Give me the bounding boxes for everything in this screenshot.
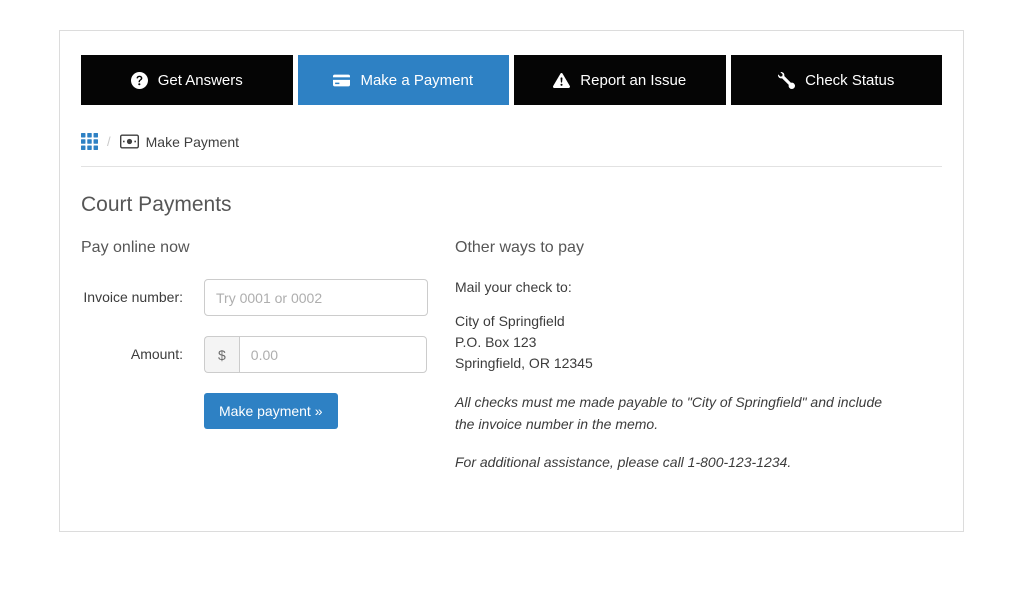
grid-home-icon[interactable] xyxy=(81,133,98,150)
address-line: City of Springfield xyxy=(455,313,565,329)
mail-intro: Mail your check to: xyxy=(455,279,572,295)
other-ways-heading: Other ways to pay xyxy=(455,239,584,256)
invoice-row: Invoice number: xyxy=(81,279,455,316)
tab-get-answers[interactable]: Get Answers xyxy=(81,55,293,105)
top-nav-tabs: Get Answers Make a Payment Report an Iss… xyxy=(81,55,942,105)
amount-input[interactable] xyxy=(238,336,427,373)
invoice-number-input[interactable] xyxy=(204,279,428,316)
amount-label: Amount: xyxy=(130,346,183,362)
tab-label: Get Answers xyxy=(157,71,243,89)
address-line: P.O. Box 123 xyxy=(455,334,537,350)
tab-make-a-payment[interactable]: Make a Payment xyxy=(297,55,509,105)
checks-note: All checks must me made payable to "City… xyxy=(455,394,883,432)
tab-label: Report an Issue xyxy=(580,71,687,89)
amount-row: Amount: $ xyxy=(81,336,455,373)
content-columns: Pay online now Invoice number: Amount: $… xyxy=(81,239,942,491)
breadcrumb-current: Make Payment xyxy=(119,133,239,150)
invoice-label: Invoice number: xyxy=(83,289,183,305)
warning-triangle-icon xyxy=(553,72,571,89)
breadcrumb-separator: / xyxy=(107,134,111,149)
credit-card-icon xyxy=(333,72,351,89)
wrench-icon xyxy=(778,71,796,89)
currency-symbol: $ xyxy=(204,336,239,373)
other-ways-section: Other ways to pay Mail your check to: Ci… xyxy=(455,239,895,491)
pay-online-heading: Pay online now xyxy=(81,239,190,256)
tab-label: Check Status xyxy=(805,71,895,89)
make-payment-button[interactable]: Make payment » xyxy=(204,393,338,429)
breadcrumb: / Make Payment xyxy=(81,133,942,167)
breadcrumb-current-label: Make Payment xyxy=(145,133,239,150)
tab-label: Make a Payment xyxy=(360,71,474,89)
tab-report-an-issue[interactable]: Report an Issue xyxy=(514,55,726,105)
submit-row: Make payment » xyxy=(204,393,455,429)
pay-online-section: Pay online now Invoice number: Amount: $… xyxy=(81,239,455,491)
main-card: Get Answers Make a Payment Report an Iss… xyxy=(59,30,964,533)
assistance-note: For additional assistance, please call 1… xyxy=(455,454,792,471)
tab-check-status[interactable]: Check Status xyxy=(730,55,942,105)
address-line: Springfield, OR 12345 xyxy=(455,355,593,371)
page-title: Court Payments xyxy=(81,193,232,216)
amount-input-group: $ xyxy=(204,336,427,373)
mailing-address: City of Springfield P.O. Box 123 Springf… xyxy=(455,311,895,374)
question-circle-icon xyxy=(130,71,148,89)
money-icon xyxy=(119,134,139,149)
